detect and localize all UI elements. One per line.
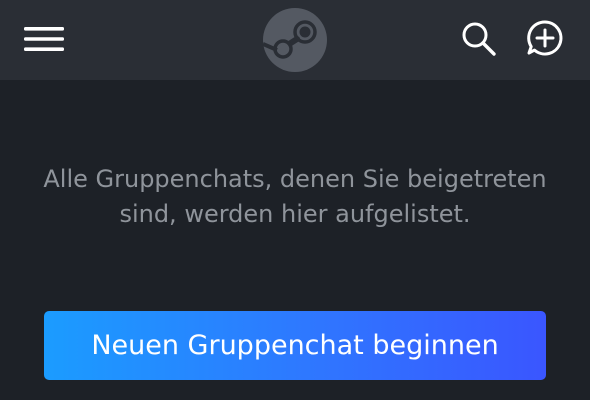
menu-button[interactable] [18,17,70,61]
hamburger-menu-icon [24,27,64,51]
start-group-chat-button[interactable]: Neuen Gruppenchat beginnen [44,311,546,380]
chat-bubble-plus-icon [527,20,563,56]
search-icon [462,22,496,56]
empty-state-message: Alle Gruppenchats, denen Sie beigetreten… [43,165,547,228]
new-chat-button[interactable] [520,14,570,62]
start-group-chat-label: Neuen Gruppenchat beginnen [91,330,499,361]
top-bar [0,0,590,80]
search-button[interactable] [455,16,503,62]
steam-logo-icon [262,8,327,72]
